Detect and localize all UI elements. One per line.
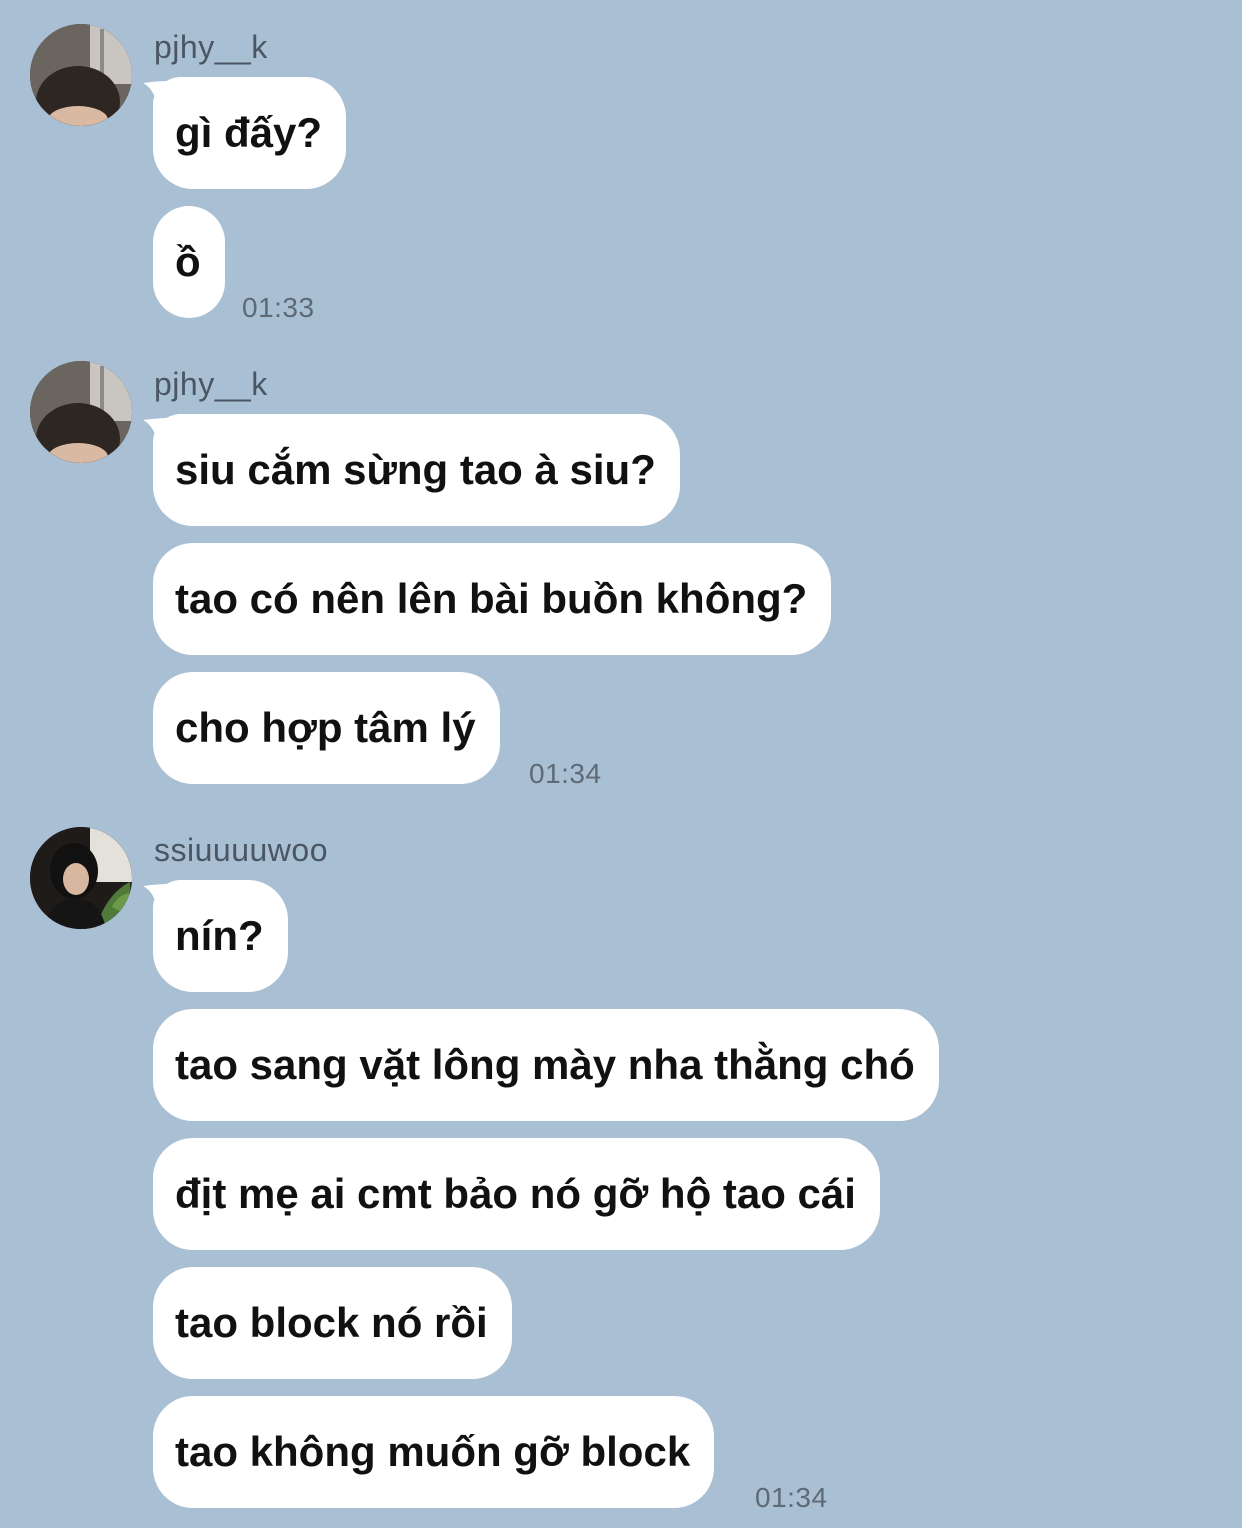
sender-avatar[interactable] xyxy=(30,361,132,463)
sender-avatar[interactable] xyxy=(30,24,132,126)
sender-name[interactable]: pjhy__k xyxy=(154,364,268,404)
sender-avatar[interactable] xyxy=(30,827,132,929)
message-bubble[interactable]: gì đấy? xyxy=(153,77,347,189)
message-bubble[interactable]: địt mẹ ai cmt bảo nó gỡ hộ tao cái xyxy=(153,1138,880,1250)
message-timestamp: 01:34 xyxy=(529,758,602,789)
message-bubble[interactable]: nín? xyxy=(153,880,288,992)
sender-name[interactable]: pjhy__k xyxy=(154,27,268,67)
message-bubble[interactable]: tao sang vặt lông mày nha thằng chó xyxy=(153,1009,939,1121)
message-bubble[interactable]: ồ xyxy=(153,206,225,318)
message-bubble[interactable]: tao có nên lên bài buồn không? xyxy=(153,543,832,655)
avatar-photo-icon xyxy=(30,827,132,929)
message-timestamp: 01:34 xyxy=(755,1482,828,1513)
message-bubble[interactable]: cho hợp tâm lý xyxy=(153,672,500,784)
message-bubble[interactable]: siu cắm sừng tao à siu? xyxy=(153,414,680,526)
chat-thread: pjhy__k gì đấy? ồ 01:33 pjhy__k siu cắm … xyxy=(0,0,1242,1528)
avatar-photo-icon xyxy=(30,24,132,126)
message-bubble[interactable]: tao không muốn gỡ block xyxy=(153,1396,715,1508)
message-timestamp: 01:33 xyxy=(242,292,315,323)
avatar-photo-icon xyxy=(30,361,132,463)
message-bubble[interactable]: tao block nó rồi xyxy=(153,1267,512,1379)
sender-name[interactable]: ssiuuuuwoo xyxy=(154,830,328,870)
